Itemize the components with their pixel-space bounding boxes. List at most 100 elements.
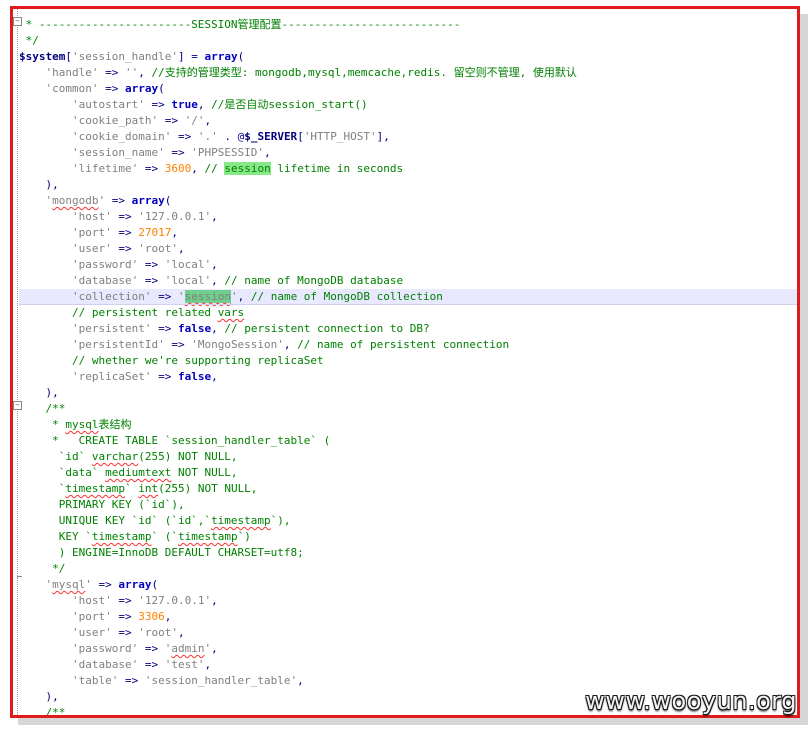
code-line[interactable]: 'mysql' => array( [19, 577, 797, 593]
code-token: ' [177, 290, 185, 303]
code-token: ] = [177, 50, 205, 63]
code-line[interactable]: ) ENGINE=InnoDB DEFAULT CHARSET=utf8; [19, 545, 797, 561]
code-token: false [177, 370, 212, 383]
code-token: 'database' [71, 274, 139, 287]
code-token: , [171, 226, 178, 239]
code-token: ` [124, 482, 139, 495]
code-token: ( [158, 82, 165, 95]
code-line[interactable]: * CREATE TABLE `session_handler_table` ( [19, 433, 797, 449]
code-token: , [211, 258, 218, 271]
code-line[interactable]: 'persistentId' => 'MongoSession', // nam… [19, 337, 797, 353]
code-token: */ [19, 562, 66, 575]
code-token: 'cookie_path' [71, 114, 159, 127]
code-line[interactable]: // whether we're supporting replicaSet [19, 353, 797, 369]
code-token: '127.0.0.1' [138, 210, 212, 223]
code-line[interactable]: */ [19, 561, 797, 577]
code-line[interactable]: 'user' => 'root', [19, 241, 797, 257]
code-token: 'session_handle' [71, 50, 178, 63]
code-line[interactable]: 'persistent' => false, // persistent con… [19, 321, 797, 337]
code-token: , [204, 114, 212, 127]
code-line[interactable]: `data` mediumtext NOT NULL, [19, 465, 797, 481]
code-token: */ [19, 34, 39, 47]
code-line[interactable]: 'autostart' => true, //是否自动session_start… [19, 97, 797, 113]
code-line[interactable]: 'host' => '127.0.0.1', [19, 593, 797, 609]
code-line[interactable]: $system['session_handle'] = array( [19, 49, 797, 65]
code-line[interactable]: 'collection' => 'session', // name of Mo… [19, 289, 797, 305]
code-token: array [131, 194, 165, 207]
code-token: `data` [19, 466, 106, 479]
code-token: => [138, 274, 165, 287]
code-token: // [204, 162, 225, 175]
code-token: 'cookie_domain' [71, 130, 172, 143]
code-token: 'test' [164, 658, 205, 671]
code-line[interactable]: ), [19, 385, 797, 401]
code-line[interactable]: 'cookie_path' => '/', [19, 113, 797, 129]
code-token: => [118, 674, 145, 687]
code-token: // name of MongoDB collection [250, 290, 443, 303]
code-token: ( [151, 578, 159, 591]
code-line[interactable]: 'mongodb' => array( [19, 193, 797, 209]
code-line[interactable]: * -----------------------SESSION管理配置----… [19, 17, 797, 33]
code-token: 'host' [71, 594, 112, 607]
code-token: //是否自动session_start() [211, 98, 368, 111]
code-token: // persistent connection to DB? [224, 322, 430, 335]
fold-guide [17, 9, 18, 404]
code-line[interactable]: PRIMARY KEY (`id`), [19, 497, 797, 513]
code-editor[interactable]: * -----------------------SESSION管理配置----… [19, 17, 797, 718]
code-line[interactable]: 'lifetime' => 3600, // session lifetime … [19, 161, 797, 177]
code-token: ` (` [151, 530, 178, 543]
code-token: varchar [91, 450, 139, 463]
code-token: => [111, 626, 139, 639]
code-token: '/' [184, 114, 205, 127]
code-token: int [138, 482, 159, 495]
code-token: => [111, 210, 139, 223]
code-token: ) ENGINE=InnoDB DEFAULT CHARSET=utf8; [19, 546, 304, 559]
code-line[interactable]: */ [19, 33, 797, 49]
code-line[interactable]: 'database' => 'test', [19, 657, 797, 673]
code-token: 'persistentId' [71, 338, 165, 351]
code-token: 'local' [164, 274, 212, 287]
code-line[interactable]: 'handle' => '', //支持的管理类型: mongodb,mysql… [19, 65, 797, 81]
code-token: true [171, 98, 198, 111]
code-token: 'local' [164, 258, 212, 271]
code-line[interactable]: `timestamp` int(255) NOT NULL, [19, 481, 797, 497]
code-line[interactable]: 'port' => 3306, [19, 609, 797, 625]
code-line[interactable]: // persistent related vars [19, 305, 797, 321]
code-token: (255) NOT NULL, [158, 482, 258, 495]
code-token: 'table' [71, 674, 119, 687]
code-token: => [91, 578, 119, 591]
code-token: 'port' [71, 610, 112, 623]
code-line[interactable]: 'password' => 'admin', [19, 641, 797, 657]
code-line[interactable]: 'database' => 'local', // name of MongoD… [19, 273, 797, 289]
code-line[interactable]: 'cookie_domain' => '.' . @$_SERVER['HTTP… [19, 129, 797, 145]
code-token: (255) NOT NULL, [138, 450, 238, 463]
code-line[interactable]: 'session_name' => 'PHPSESSID', [19, 145, 797, 161]
code-line[interactable]: 'common' => array( [19, 81, 797, 97]
code-line[interactable]: 'port' => 27017, [19, 225, 797, 241]
code-line[interactable]: KEY `timestamp` (`timestamp`) [19, 529, 797, 545]
code-line[interactable]: * mysql表结构 [19, 417, 797, 433]
code-token: session [184, 290, 231, 303]
code-token: ], [376, 130, 390, 143]
code-token: , [211, 322, 225, 335]
code-line[interactable]: 'password' => 'local', [19, 257, 797, 273]
code-token: => [111, 610, 139, 623]
code-token: /** [45, 706, 66, 718]
code-line[interactable]: 'user' => 'root', [19, 625, 797, 641]
code-line[interactable]: ), [19, 177, 797, 193]
code-token: 'PHPSESSID' [191, 146, 265, 159]
code-line[interactable]: 'host' => '127.0.0.1', [19, 209, 797, 225]
code-line[interactable]: UNIQUE KEY `id` (`id`,`timestamp`), [19, 513, 797, 529]
code-token: //支持的管理类型: mongodb,mysql,memcache,redis.… [151, 66, 577, 79]
code-line[interactable]: /** [19, 401, 797, 417]
code-line[interactable]: 'replicaSet' => false, [19, 369, 797, 385]
code-line[interactable]: `id` varchar(255) NOT NULL, [19, 449, 797, 465]
